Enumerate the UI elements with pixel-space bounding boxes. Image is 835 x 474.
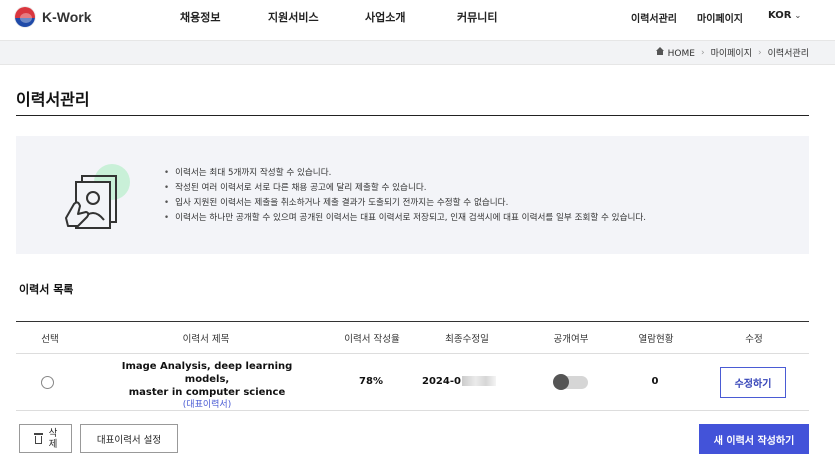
info-item: 이력서는 최대 5개까지 작성할 수 있습니다. <box>164 166 646 181</box>
col-public: 공개여부 <box>553 334 589 345</box>
resume-illustration-icon <box>60 160 140 240</box>
view-count: 0 <box>651 376 659 387</box>
chevron-down-icon: ⌄ <box>794 11 802 20</box>
page-title: 이력서관리 <box>16 90 90 109</box>
language-label: KOR <box>768 10 792 21</box>
breadcrumb-current: 이력서관리 <box>767 49 809 59</box>
taegeuk-logo-icon <box>14 6 36 28</box>
table-header: 선택 이력서 제목 이력서 작성율 최종수정일 공개여부 열람현황 수정 <box>16 322 809 354</box>
table-row: Image Analysis, deep learning models, ma… <box>16 354 809 411</box>
delete-label: 삭제 <box>48 427 58 450</box>
resume-title[interactable]: Image Analysis, deep learning models, ma… <box>102 360 312 412</box>
util-mypage[interactable]: 마이페이지 <box>697 10 743 25</box>
home-icon <box>655 46 665 56</box>
nav-jobs[interactable]: 채용정보 <box>180 9 220 25</box>
set-representative-button[interactable]: 대표이력서 설정 <box>80 424 178 453</box>
breadcrumb-home[interactable]: HOME <box>655 46 695 59</box>
new-resume-button[interactable]: 새 이력서 작성하기 <box>699 424 809 454</box>
col-views: 열람현황 <box>638 334 674 345</box>
col-select: 선택 <box>41 334 59 345</box>
nav-business[interactable]: 사업소개 <box>365 9 405 25</box>
edit-button[interactable]: 수정하기 <box>720 367 786 398</box>
delete-button[interactable]: 삭제 <box>19 424 72 453</box>
representative-tag: (대표이력서) <box>182 400 232 410</box>
info-list: 이력서는 최대 5개까지 작성할 수 있습니다. 작성된 여러 이력서로 서로 … <box>164 166 646 226</box>
public-toggle[interactable] <box>553 374 588 390</box>
nav-services[interactable]: 지원서비스 <box>268 9 319 25</box>
col-rate: 이력서 작성율 <box>344 334 400 345</box>
col-title: 이력서 제목 <box>182 334 230 345</box>
breadcrumb-separator-icon: › <box>700 47 705 58</box>
site-logo[interactable]: K-Work <box>14 6 92 28</box>
top-header: K-Work 채용정보 지원서비스 사업소개 커뮤니티 이력서관리 마이페이지 … <box>0 0 835 40</box>
select-radio[interactable] <box>41 376 54 389</box>
list-title: 이력서 목록 <box>19 283 74 296</box>
breadcrumb-mypage[interactable]: 마이페이지 <box>711 46 752 59</box>
breadcrumb-separator-icon: › <box>757 47 762 58</box>
trash-icon <box>33 433 43 444</box>
nav-community[interactable]: 커뮤니티 <box>457 9 497 25</box>
info-box: 이력서는 최대 5개까지 작성할 수 있습니다. 작성된 여러 이력서로 서로 … <box>16 136 809 254</box>
toggle-knob <box>553 374 569 390</box>
info-item: 입사 지원된 이력서는 제출을 취소하거나 제출 결과가 도출되기 전까지는 수… <box>164 196 646 211</box>
col-date: 최종수정일 <box>445 334 489 345</box>
info-item: 이력서는 하나만 공개할 수 있으며 공개된 이력서는 대표 이력서로 저장되고… <box>164 211 646 226</box>
util-resume-manage[interactable]: 이력서관리 <box>631 10 677 25</box>
language-select[interactable]: KOR ⌄ <box>768 10 801 21</box>
redacted-date-part <box>461 376 496 386</box>
breadcrumb-bar: HOME › 마이페이지 › 이력서관리 <box>0 40 835 65</box>
last-modified-date: 2024-0 <box>422 376 496 387</box>
title-divider <box>16 115 809 116</box>
completion-rate: 78% <box>359 376 383 387</box>
breadcrumb: HOME › 마이페이지 › 이력서관리 <box>655 46 809 59</box>
info-item: 작성된 여러 이력서로 서로 다른 채용 공고에 달리 제출할 수 있습니다. <box>164 181 646 196</box>
col-edit: 수정 <box>745 334 763 345</box>
logo-text: K-Work <box>42 9 92 25</box>
